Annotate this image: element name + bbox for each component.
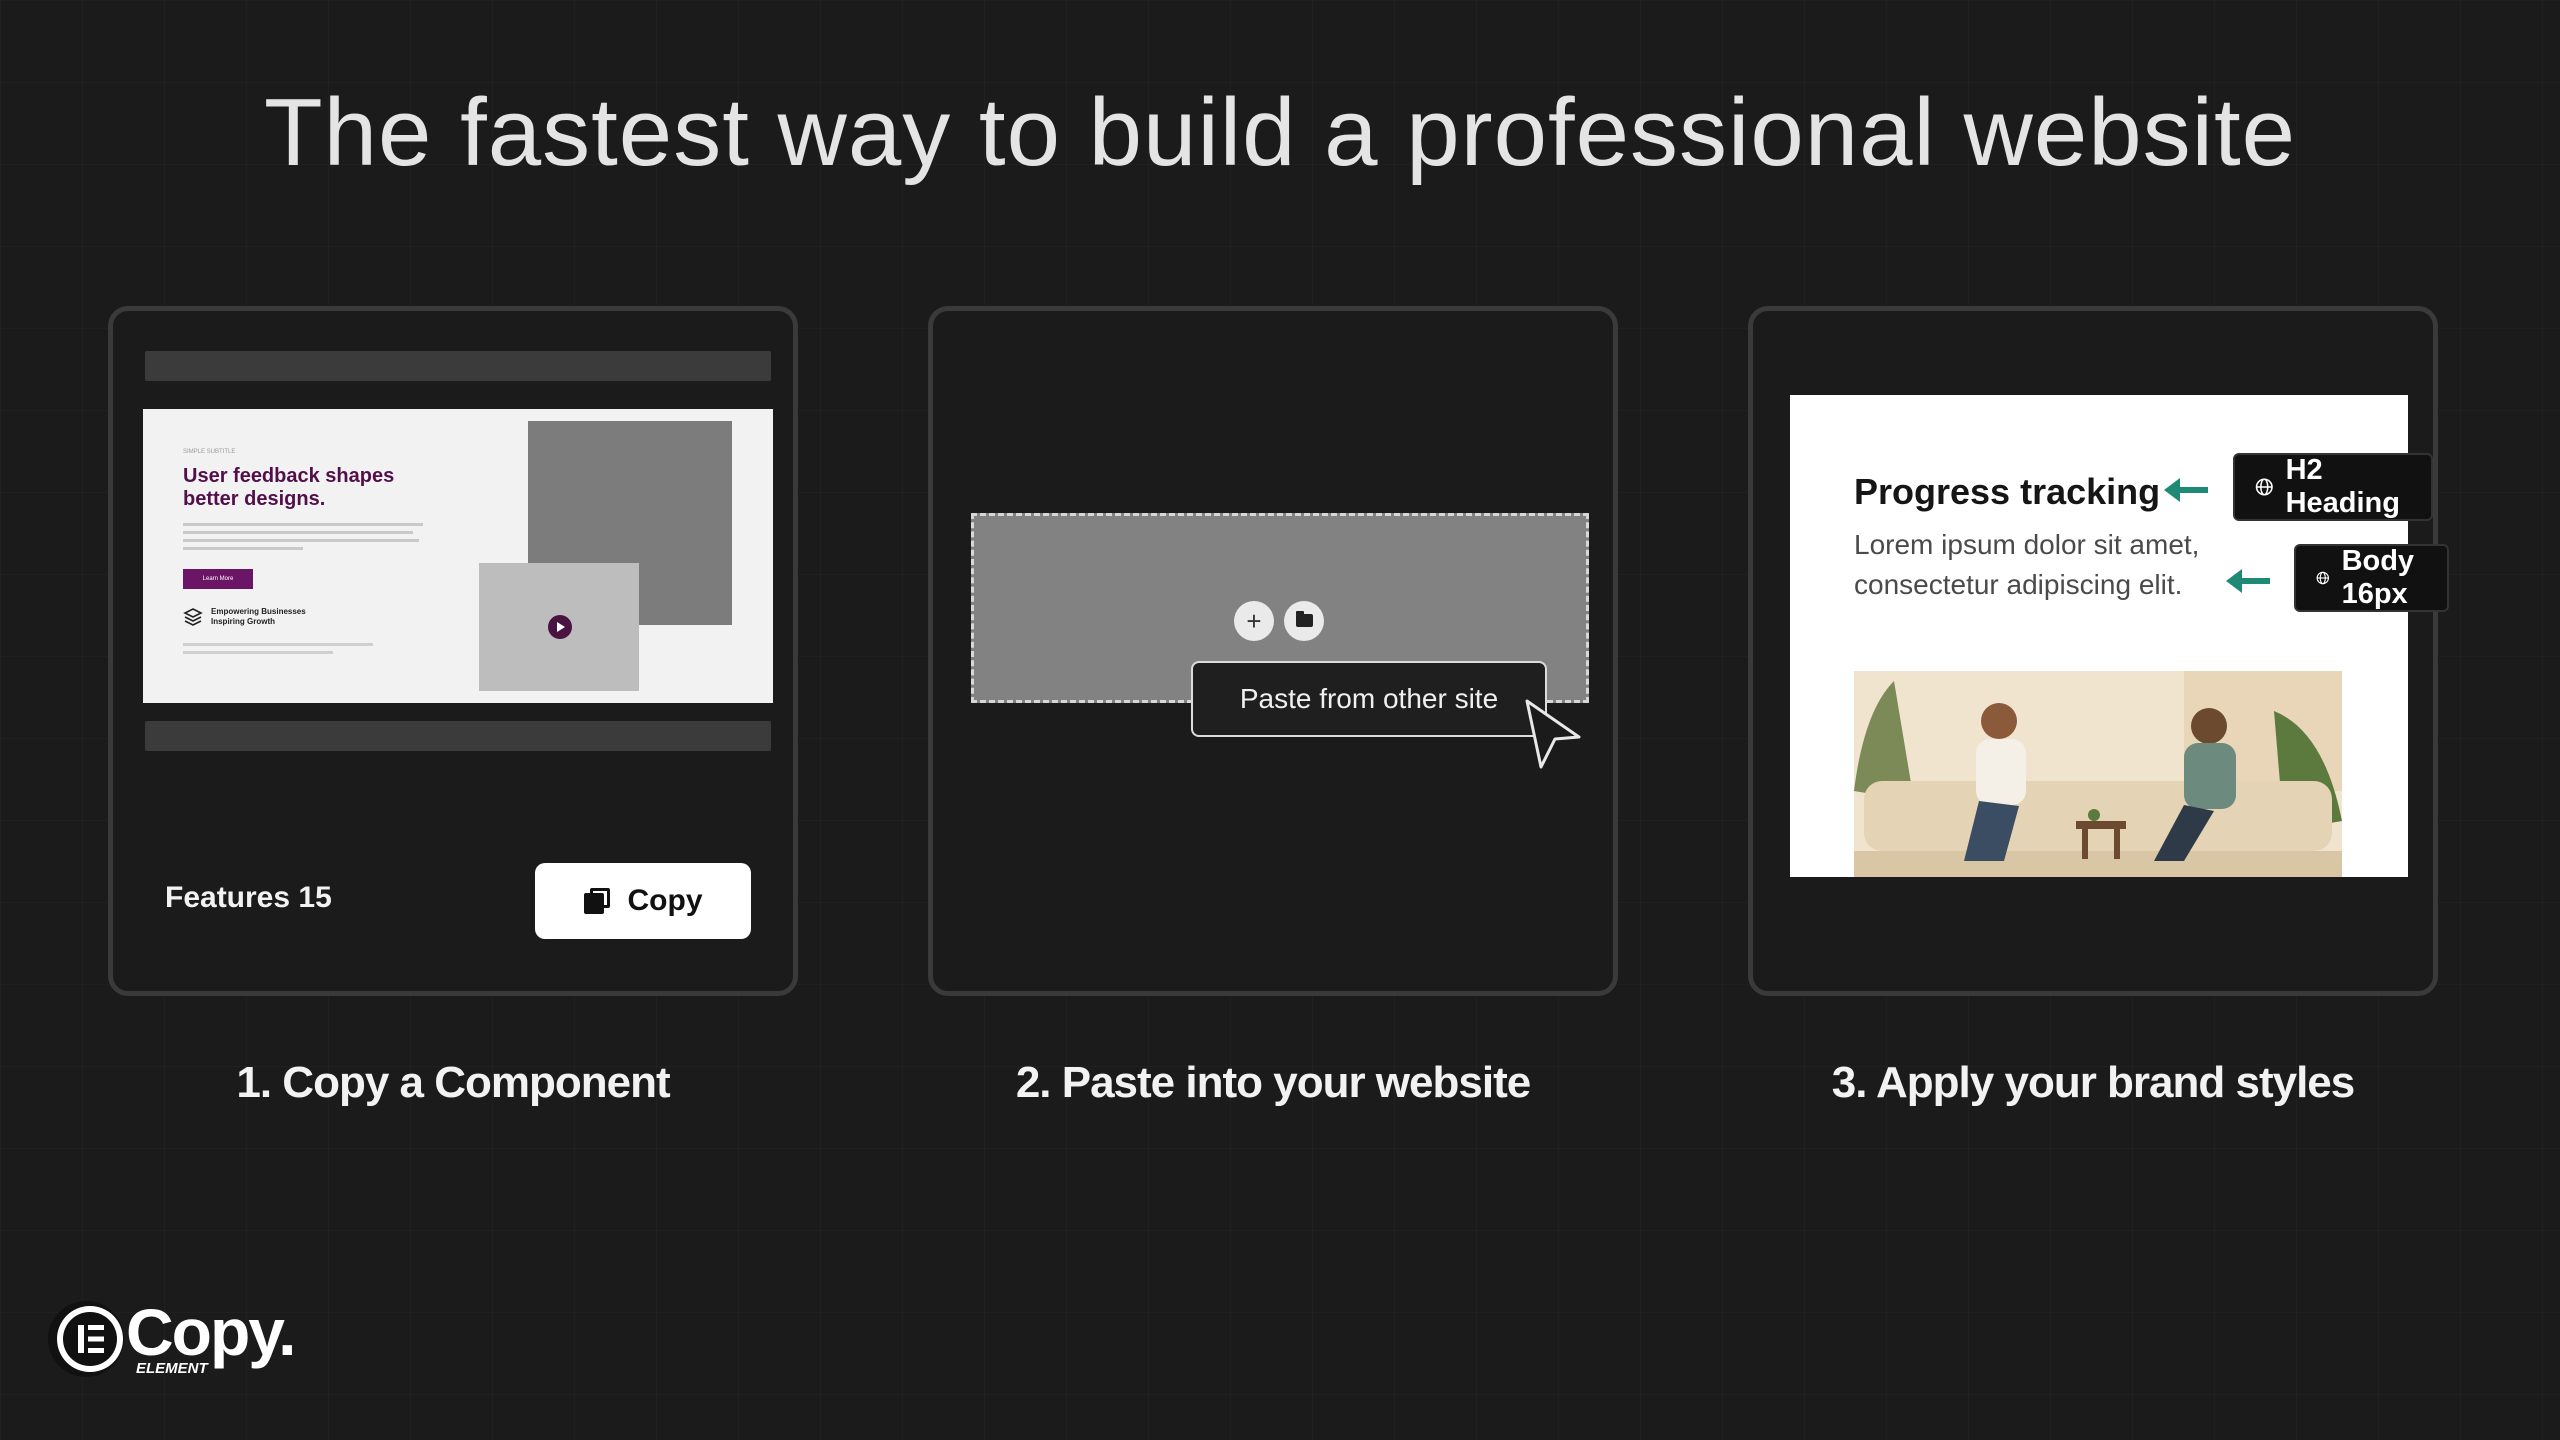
h2-heading-tag-label: H2 Heading	[2285, 454, 2400, 519]
conversation-illustration	[1854, 671, 2342, 877]
preview-kicker: SIMPLE SUBTITLE	[183, 449, 236, 455]
preview-title: User feedback shapes better designs.	[183, 465, 395, 510]
elementor-logo-icon	[48, 1301, 124, 1377]
preview-learn-more-button: Learn More	[183, 569, 253, 589]
copy-button-label: Copy	[627, 884, 703, 917]
preview-feature-title: Empowering Businesses Inspiring Growth	[211, 607, 306, 626]
paste-from-other-site-button[interactable]: Paste from other site	[1191, 661, 1547, 737]
cursor-icon	[1525, 699, 1581, 769]
copy-component-card: SIMPLE SUBTITLE User feedback shapes bet…	[108, 306, 798, 996]
brand-styles-card: Progress tracking Lorem ipsum dolor sit …	[1748, 306, 2449, 996]
plus-icon[interactable]: +	[1234, 601, 1274, 641]
paste-card: + Paste from other site	[928, 306, 1618, 996]
body-16px-tag-label: Body 16px	[2341, 545, 2415, 610]
preview-feature-text	[183, 643, 383, 659]
preview-body-text: Lorem ipsum dolor sit amet, consectetur …	[1854, 529, 2200, 600]
copy-icon	[583, 888, 610, 914]
globe-icon	[2316, 571, 2329, 585]
play-icon	[548, 615, 572, 639]
placeholder-bar-bottom	[145, 721, 771, 751]
logo-wordmark: Copy.	[126, 1295, 296, 1369]
component-preview: SIMPLE SUBTITLE User feedback shapes bet…	[143, 409, 773, 703]
copy-element-logo[interactable]: Copy. ELEMENT	[48, 1295, 328, 1380]
step-1-label: 1. Copy a Component	[236, 1058, 670, 1107]
h2-heading-tag[interactable]: H2 Heading	[2233, 453, 2433, 521]
body-16px-tag[interactable]: Body 16px	[2294, 544, 2449, 612]
preview-heading: Progress tracking	[1854, 471, 2161, 512]
preview-image-front	[479, 563, 639, 691]
folder-button[interactable]	[1284, 601, 1324, 641]
page-headline: The fastest way to build a professional …	[263, 79, 2297, 186]
logo-subtitle: ELEMENT	[136, 1360, 208, 1377]
placeholder-bar-top	[145, 351, 771, 381]
component-name: Features 15	[165, 881, 332, 914]
globe-icon	[2255, 478, 2273, 496]
folder-icon	[1296, 611, 1313, 627]
layers-icon	[183, 608, 203, 626]
preview-paragraph	[183, 523, 423, 555]
heading-arrow-icon	[2164, 478, 2208, 502]
body-arrow-icon	[2226, 569, 2270, 593]
copy-button[interactable]: Copy	[535, 863, 751, 939]
step-2-label: 2. Paste into your website	[1015, 1058, 1531, 1107]
step-3-label: 3. Apply your brand styles	[1831, 1058, 2356, 1107]
